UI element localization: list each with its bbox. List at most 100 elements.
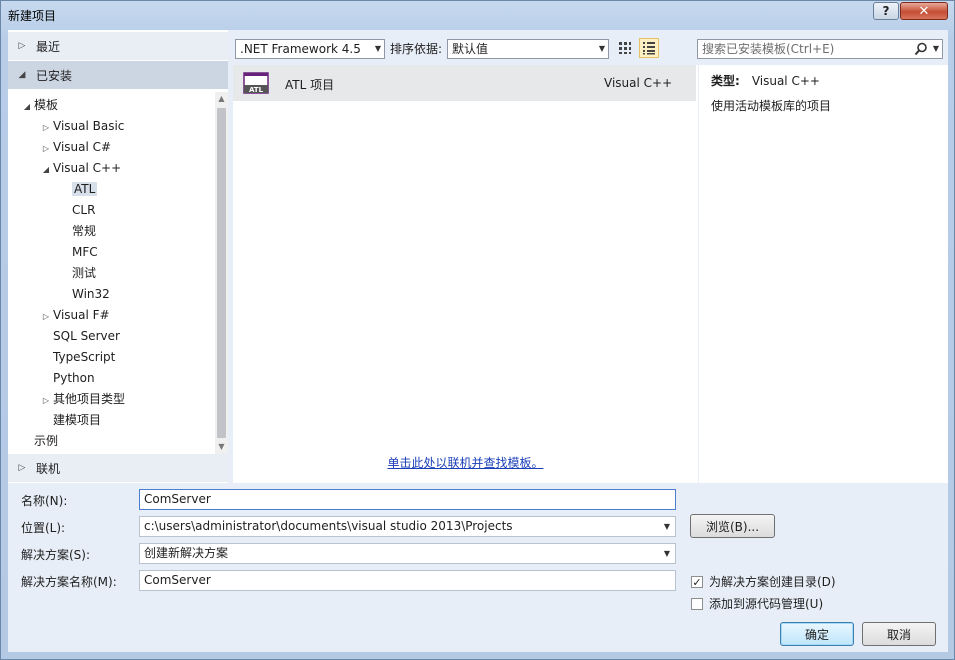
tree-item-clr[interactable]: CLR: [58, 201, 95, 220]
template-type: 类型: Visual C++: [711, 72, 820, 89]
tree-item-visual-cpp[interactable]: ◢ Visual C++: [39, 159, 121, 178]
tree-item-label: Visual C++: [53, 161, 122, 175]
find-templates-online-link[interactable]: 单击此处以联机并查找模板。: [233, 454, 698, 471]
collapse-arrow-icon[interactable]: ◢: [39, 160, 53, 179]
source-control-checkbox[interactable]: 添加到源代码管理(U): [691, 595, 823, 612]
template-details-pane: 类型: Visual C++ 使用活动模板库的项目: [699, 65, 948, 483]
chevron-down-icon[interactable]: ▼: [664, 517, 670, 536]
solution-label: 解决方案(S):: [21, 548, 91, 562]
sort-value: 默认值: [452, 42, 489, 56]
framework-value: .NET Framework 4.5: [240, 42, 361, 56]
template-tree: ◢ 模板 ▷ Visual Basic ▷ Visual C# ◢ Visual C++…: [8, 92, 215, 454]
checkbox-empty-icon[interactable]: [691, 597, 703, 610]
browse-button[interactable]: 浏览(B)...: [690, 514, 775, 538]
template-list: ATL ATL 项目 Visual C++ 单击此处以联机并查找模板。: [233, 65, 698, 483]
solution-name-label: 解决方案名称(M):: [21, 575, 117, 589]
template-name: ATL 项目: [285, 78, 335, 92]
chevron-down-icon: ▼: [374, 44, 381, 53]
template-search-input[interactable]: 搜索已安装模板(Ctrl+E) ▼: [697, 39, 943, 59]
section-installed-label: 已安装: [36, 68, 73, 83]
template-category-pane: ▷ 最近 ◢ 已安装 ◢ 模板 ▷ Visual Basic ▷ Visual C# …: [8, 30, 228, 483]
list-view-button[interactable]: [639, 38, 659, 58]
expand-arrow-icon[interactable]: ▷: [39, 139, 53, 158]
template-language: Visual C++: [604, 76, 673, 90]
chevron-down-icon[interactable]: ▼: [933, 40, 939, 58]
tree-item-python[interactable]: Python: [39, 369, 95, 388]
tree-item-test[interactable]: 测试: [58, 264, 96, 283]
expand-arrow-icon: ▷: [18, 41, 26, 51]
tree-item-general[interactable]: 常规: [58, 222, 96, 241]
scrollbar-thumb[interactable]: [217, 108, 226, 438]
scroll-down-icon[interactable]: ▼: [215, 440, 228, 454]
tree-item-other-project-types[interactable]: ▷ 其他项目类型: [39, 390, 125, 409]
ok-button[interactable]: 确定: [780, 622, 854, 646]
tree-item-label: Visual Basic: [53, 119, 125, 133]
tree-item-templates[interactable]: ◢ 模板: [20, 96, 58, 115]
tree-item-label: ATL: [72, 182, 98, 196]
search-placeholder: 搜索已安装模板(Ctrl+E): [702, 42, 835, 56]
tree-item-modeling-projects[interactable]: 建模项目: [39, 411, 101, 430]
solution-name-input[interactable]: ComServer: [139, 570, 676, 591]
type-value: Visual C++: [751, 74, 820, 88]
location-combo[interactable]: c:\users\administrator\documents\visual …: [139, 516, 676, 537]
close-button[interactable]: ✕: [900, 2, 948, 20]
collapse-arrow-icon: ◢: [18, 70, 26, 80]
sort-label: 排序依据:: [390, 42, 443, 56]
section-recent-label: 最近: [36, 39, 61, 54]
tree-item-label: Win32: [72, 287, 110, 301]
search-icon[interactable]: [914, 42, 928, 56]
solution-select[interactable]: 创建新解决方案 ▼: [139, 543, 676, 564]
tree-item-samples[interactable]: 示例: [20, 432, 58, 451]
chevron-down-icon[interactable]: ▼: [664, 544, 670, 563]
expand-arrow-icon[interactable]: ▷: [39, 307, 53, 326]
tree-item-label: 模板: [34, 98, 59, 112]
tree-item-label: TypeScript: [53, 350, 116, 364]
project-name-value: ComServer: [144, 492, 211, 506]
tree-item-mfc[interactable]: MFC: [58, 243, 98, 262]
name-label: 名称(N):: [21, 494, 68, 508]
section-installed[interactable]: ◢ 已安装: [8, 61, 228, 89]
tree-item-sql-server[interactable]: SQL Server: [39, 327, 120, 346]
section-online-label: 联机: [36, 461, 61, 476]
tree-item-atl[interactable]: ATL: [58, 180, 98, 199]
tree-item-label: 建模项目: [53, 413, 102, 427]
list-item[interactable]: ATL ATL 项目 Visual C++: [233, 65, 696, 101]
scroll-up-icon[interactable]: ▲: [215, 92, 228, 106]
list-view-icon: [643, 42, 655, 55]
checkmark-icon[interactable]: ✓: [691, 575, 703, 588]
tree-item-label: MFC: [72, 245, 98, 259]
tree-item-label: SQL Server: [53, 329, 120, 343]
template-description: 使用活动模板库的项目: [711, 99, 832, 113]
tree-item-win32[interactable]: Win32: [58, 285, 110, 304]
project-name-input[interactable]: ComServer: [139, 489, 676, 510]
solution-value: 创建新解决方案: [144, 546, 229, 560]
tree-item-visual-basic[interactable]: ▷ Visual Basic: [39, 117, 125, 137]
tree-scrollbar[interactable]: ▲ ▼: [215, 92, 228, 454]
expand-arrow-icon[interactable]: ▷: [39, 391, 53, 410]
tree-item-label: Visual F#: [53, 308, 110, 322]
tree-item-label: 测试: [72, 266, 97, 280]
help-button[interactable]: ?: [873, 2, 899, 20]
atl-icon-text: ATL: [249, 86, 264, 94]
tree-item-label: Python: [53, 371, 95, 385]
cancel-button[interactable]: 取消: [862, 622, 936, 646]
tree-item-label: 其他项目类型: [53, 392, 126, 406]
collapse-arrow-icon[interactable]: ◢: [20, 97, 34, 116]
solution-name-value: ComServer: [144, 573, 211, 587]
tree-item-label: Visual C#: [53, 140, 112, 154]
expand-arrow-icon[interactable]: ▷: [39, 118, 53, 137]
framework-select[interactable]: .NET Framework 4.5 ▼: [235, 39, 385, 59]
section-online[interactable]: ▷ 联机: [8, 454, 228, 482]
new-project-dialog: 新建项目 ? ✕ ▷ 最近 ◢ 已安装 ◢模板 ▷Visual Basic: [0, 0, 955, 660]
grid-view-button[interactable]: [615, 38, 635, 58]
type-label: 类型:: [711, 74, 740, 88]
tree-item-visual-fsharp[interactable]: ▷ Visual F#: [39, 306, 110, 325]
template-toolbar: .NET Framework 4.5 ▼ 排序依据: 默认值 ▼ 搜索已安装模板…: [233, 34, 948, 64]
sort-select[interactable]: 默认值 ▼: [447, 39, 609, 59]
tree-item-typescript[interactable]: TypeScript: [39, 348, 115, 367]
create-directory-checkbox[interactable]: ✓ 为解决方案创建目录(D): [691, 573, 836, 590]
title-bar[interactable]: 新建项目 ? ✕: [1, 1, 955, 29]
tree-item-label: 示例: [34, 434, 59, 448]
tree-item-visual-csharp[interactable]: ▷ Visual C#: [39, 138, 111, 157]
section-recent[interactable]: ▷ 最近: [8, 32, 228, 60]
